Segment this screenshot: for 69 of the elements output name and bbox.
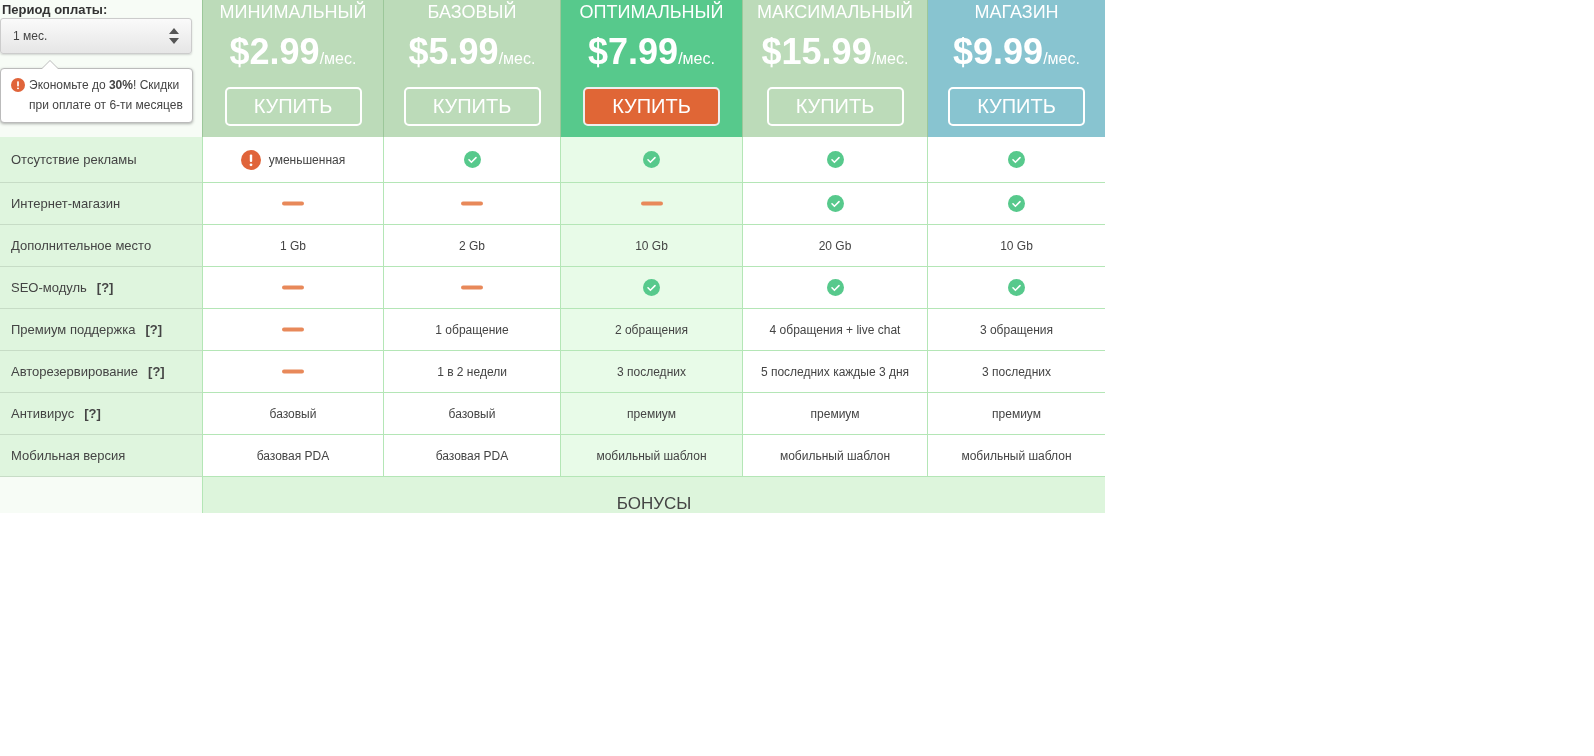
period-select[interactable]: 1 мес. xyxy=(0,18,192,54)
cell-text: 10 Gb xyxy=(1000,238,1033,253)
cell-text: 1 обращение xyxy=(435,322,509,337)
dash-icon xyxy=(282,327,304,332)
sort-arrows-icon xyxy=(169,28,179,44)
check-icon xyxy=(1008,195,1025,212)
help-link[interactable]: [?] xyxy=(96,280,114,295)
cell-text: 2 обращения xyxy=(614,322,689,337)
check-icon xyxy=(826,151,844,168)
cell-text: мобильный шаблон xyxy=(961,448,1072,463)
cell-text: мобильный шаблон xyxy=(779,448,891,463)
cell-text: мобильный шаблон xyxy=(596,448,707,463)
plan-price: $7.99/мес. xyxy=(588,32,715,74)
cell-text: 5 последних каждые 3 дня xyxy=(760,364,910,379)
period-label: Период оплаты: xyxy=(1,3,108,16)
discount-text: Экономьте до 30%! Скидки при оплате от 6-ти месяцев xyxy=(29,77,184,114)
plan-price: $5.99/мес. xyxy=(408,32,536,74)
cell-text: 1 в 2 недели xyxy=(437,364,507,379)
help-link[interactable]: [?] xyxy=(145,322,163,337)
cell-text: базовый xyxy=(448,406,496,421)
cell-text: базовая PDA xyxy=(435,448,509,463)
feature-label: Дополнительное место xyxy=(11,238,152,253)
cell-text: уменьшенная xyxy=(268,152,346,167)
feature-label: Премиум поддержка xyxy=(11,322,136,337)
help-link[interactable]: [?] xyxy=(84,406,101,421)
cell-text: 10 Gb xyxy=(635,238,668,253)
plan-name: ОПТИМАЛЬНЫЙ xyxy=(579,2,724,22)
check-icon xyxy=(826,279,844,296)
cell-text: 3 последних xyxy=(617,364,686,379)
plan-price: $9.99/мес. xyxy=(953,32,1080,74)
dash-icon xyxy=(461,201,483,206)
plan-name: МИНИМАЛЬНЫЙ xyxy=(219,2,367,22)
cell-text: 3 последних xyxy=(982,364,1051,379)
bonus-title: БОНУСЫ xyxy=(616,495,692,513)
plan-price: $2.99/мес. xyxy=(229,32,357,74)
cell-text: 2 Gb xyxy=(459,238,485,253)
cell-text: премиум xyxy=(810,406,860,421)
cell-text: базовая PDA xyxy=(256,448,330,463)
check-icon xyxy=(643,279,660,296)
feature-label: Мобильная версия xyxy=(11,448,126,463)
warning-icon xyxy=(11,78,25,92)
feature-label: Антивирус xyxy=(11,406,75,421)
cell-text: 1 Gb xyxy=(280,238,306,253)
dash-icon xyxy=(282,201,304,206)
plan-price: $15.99/мес. xyxy=(761,32,909,74)
check-icon xyxy=(1008,151,1025,168)
check-icon xyxy=(463,151,481,168)
dash-icon xyxy=(282,285,304,290)
feature-label: SEO-модуль xyxy=(11,280,87,295)
feature-label: Отсутствие рекламы xyxy=(11,152,137,167)
dash-icon xyxy=(461,285,483,290)
plan-name: МАГАЗИН xyxy=(974,2,1059,22)
cell-text: 20 Gb xyxy=(818,238,852,253)
feature-label: Интернет-магазин xyxy=(11,196,121,211)
help-link[interactable]: [?] xyxy=(148,364,165,379)
dash-icon xyxy=(640,201,663,206)
feature-label: Авторезервирование xyxy=(11,364,139,379)
plan-name: БАЗОВЫЙ xyxy=(427,2,517,22)
cell-text: 4 обращения + live chat xyxy=(769,322,901,337)
dash-icon xyxy=(282,369,304,374)
check-icon xyxy=(643,151,660,168)
cell-text: базовый xyxy=(269,406,317,421)
cell-text: 3 обращения xyxy=(979,322,1054,337)
cell-text: премиум xyxy=(627,406,676,421)
plan-name: МАКСИМАЛЬНЫЙ xyxy=(756,2,914,22)
check-icon xyxy=(1008,279,1025,296)
check-icon xyxy=(826,195,844,212)
warning-icon xyxy=(240,149,261,170)
cell-text: премиум xyxy=(992,406,1041,421)
